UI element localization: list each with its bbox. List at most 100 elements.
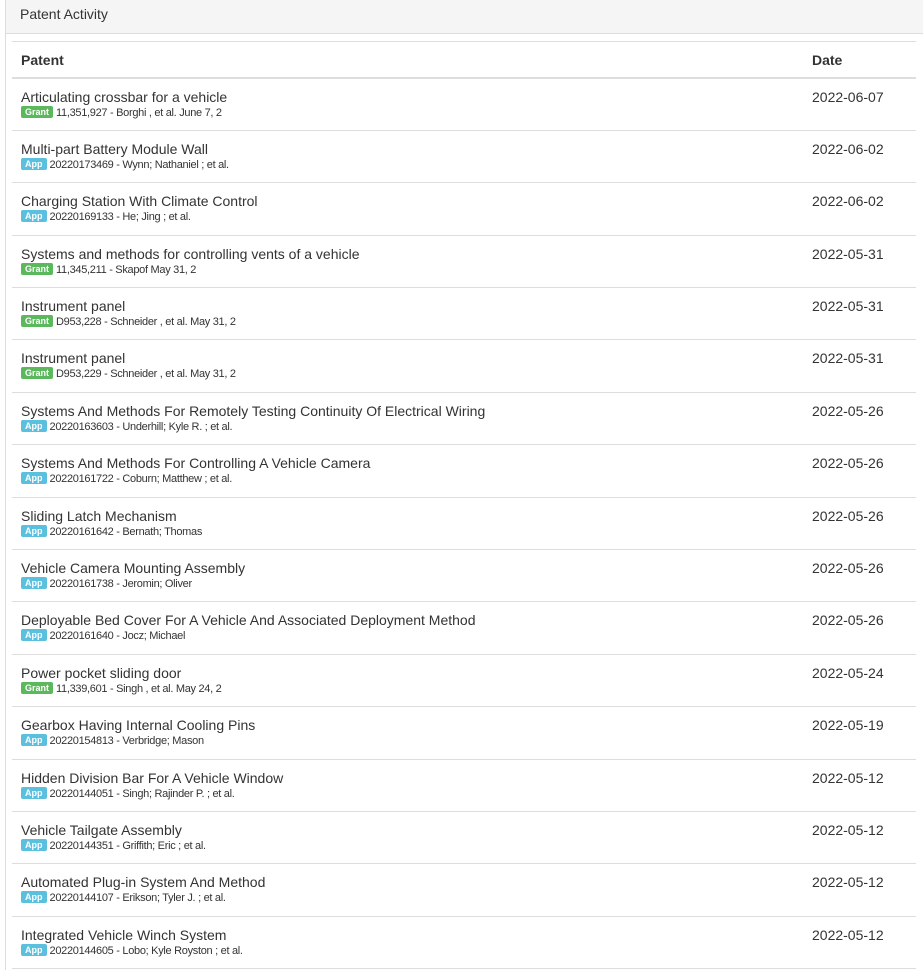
table-row[interactable]: Deployable Bed Cover For A Vehicle And A… xyxy=(12,601,916,655)
patent-meta: App 20220161640 - Jocz; Michael xyxy=(21,629,809,643)
patent-cell: Vehicle Tailgate Assembly App 20220144351 … xyxy=(12,811,809,865)
patent-meta: App 20220163603 - Underhill; Kyle R. ; et… xyxy=(21,419,809,434)
table-row[interactable]: Automated Plug-in System And Method App 20… xyxy=(12,863,916,917)
patent-number-inventors: D953,228 - Schneider , et al. May 31, 2 xyxy=(56,316,236,329)
patent-meta: App 20220161722 - Coburn; Matthew ; et al… xyxy=(21,472,809,486)
grant-badge: Grant xyxy=(21,367,54,380)
column-header-patent[interactable]: Patent xyxy=(12,42,809,79)
patent-cell: Sliding Latch Mechanism App 20220161642 - … xyxy=(12,497,809,551)
patent-title-link[interactable]: Multi-part Battery Module Wall xyxy=(21,141,809,157)
patent-date: 2022-05-31 xyxy=(809,339,916,393)
patent-title-link[interactable]: Systems And Methods For Controlling A Ve… xyxy=(21,455,809,471)
patent-meta: Grant 11,345,211 - Skapof May 31, 2 xyxy=(21,262,809,277)
patent-title-link[interactable]: Integrated Vehicle Winch System xyxy=(21,927,809,943)
patent-meta: App 20220173469 - Wynn; Nathaniel ; et al… xyxy=(21,157,809,172)
patent-number-inventors: 20220163603 - Underhill; Kyle R. ; et al… xyxy=(49,420,233,433)
app-badge: App xyxy=(21,629,47,642)
table-row[interactable]: Systems And Methods For Remotely Testing… xyxy=(12,392,916,446)
patent-title-link[interactable]: Gearbox Having Internal Cooling Pins xyxy=(21,717,809,733)
patent-number-inventors: 20220144107 - Erikson; Tyler J. ; et al. xyxy=(49,892,226,905)
table-row[interactable]: Articulating crossbar for a vehicle Grant… xyxy=(12,78,916,131)
app-badge: App xyxy=(21,472,47,485)
table-row[interactable]: Vehicle Camera Mounting Assembly App 20220… xyxy=(12,549,916,603)
table-row[interactable]: Multi-part Battery Module Wall App 2022017… xyxy=(12,130,916,184)
patent-cell: Instrument panel Grant D953,228 - Schneide… xyxy=(12,287,809,341)
app-badge: App xyxy=(21,157,47,170)
table-header-row: Patent Date xyxy=(12,42,916,79)
app-badge: App xyxy=(21,943,47,956)
patent-title-link[interactable]: Instrument panel xyxy=(21,298,809,314)
patent-title-link[interactable]: Automated Plug-in System And Method xyxy=(21,874,809,890)
patent-title-link[interactable]: Vehicle Tailgate Assembly xyxy=(21,822,809,838)
patent-meta: Grant D953,229 - Schneider , et al. May 3… xyxy=(21,367,809,381)
app-badge: App xyxy=(21,419,47,432)
patent-meta: App 20220144351 - Griffith; Eric ; et al. xyxy=(21,838,809,853)
patent-title-link[interactable]: Vehicle Camera Mounting Assembly xyxy=(21,560,809,576)
table-row[interactable]: Instrument panel Grant D953,228 - Schneide… xyxy=(12,287,916,341)
table-row[interactable]: Systems and methods for controlling vent… xyxy=(12,235,916,289)
app-badge: App xyxy=(21,524,47,537)
patent-cell: Instrument panel Grant D953,229 - Schneide… xyxy=(12,339,809,393)
patent-title-link[interactable]: Instrument panel xyxy=(21,350,809,366)
table-row[interactable]: Gearbox Having Internal Cooling Pins App 2… xyxy=(12,706,916,760)
patent-number-inventors: 11,345,211 - Skapof May 31, 2 xyxy=(56,263,197,276)
app-badge: App xyxy=(21,734,47,747)
patent-number-inventors: D953,229 - Schneider , et al. May 31, 2 xyxy=(56,368,236,381)
patent-date: 2022-05-24 xyxy=(809,654,916,708)
table-row[interactable]: Systems And Methods For Controlling A Ve… xyxy=(12,444,916,498)
patent-title-link[interactable]: Deployable Bed Cover For A Vehicle And A… xyxy=(21,612,809,628)
grant-badge: Grant xyxy=(21,681,54,694)
patent-date: 2022-05-26 xyxy=(809,444,916,498)
patent-cell: Integrated Vehicle Winch System App 202201… xyxy=(12,916,809,970)
patent-cell: Systems And Methods For Controlling A Ve… xyxy=(12,444,809,498)
patent-number-inventors: 20220144351 - Griffith; Eric ; et al. xyxy=(49,839,207,852)
panel-title: Patent Activity xyxy=(6,0,923,34)
patent-cell: Hidden Division Bar For A Vehicle Window… xyxy=(12,759,809,812)
patent-title-link[interactable]: Power pocket sliding door xyxy=(21,665,809,681)
patent-meta: App 20220144107 - Erikson; Tyler J. ; et … xyxy=(21,891,809,905)
patent-cell: Multi-part Battery Module Wall App 2022017… xyxy=(12,130,809,184)
patent-date: 2022-05-19 xyxy=(809,706,916,760)
table-row[interactable]: Vehicle Tailgate Assembly App 20220144351 … xyxy=(12,811,916,865)
patent-cell: Systems And Methods For Remotely Testing… xyxy=(12,392,809,446)
table-row[interactable]: Sliding Latch Mechanism App 20220161642 - … xyxy=(12,497,916,551)
patent-title-link[interactable]: Hidden Division Bar For A Vehicle Window xyxy=(21,770,809,786)
patent-meta: App 20220169133 - He; Jing ; et al. xyxy=(21,210,809,224)
patent-title-link[interactable]: Sliding Latch Mechanism xyxy=(21,508,809,524)
grant-badge: Grant xyxy=(21,106,54,118)
patent-number-inventors: 20220161642 - Bernath; Thomas xyxy=(49,525,203,538)
patent-title-link[interactable]: Articulating crossbar for a vehicle xyxy=(21,89,809,105)
patent-table-wrapper: Patent Date Articulating crossbar for a … xyxy=(12,41,916,970)
patent-meta: App 20220144051 - Singh; Rajinder P. ; et… xyxy=(21,786,809,801)
patent-date: 2022-05-26 xyxy=(809,601,916,655)
patent-date: 2022-05-26 xyxy=(809,497,916,551)
app-badge: App xyxy=(21,786,47,799)
patent-title-link[interactable]: Charging Station With Climate Control xyxy=(21,193,809,209)
table-body: Articulating crossbar for a vehicle Grant… xyxy=(12,78,916,970)
patent-meta: Grant D953,228 - Schneider , et al. May 3… xyxy=(21,315,809,329)
patent-date: 2022-06-02 xyxy=(809,130,916,184)
patent-number-inventors: 20220154813 - Verbridge; Mason xyxy=(49,735,205,748)
app-badge: App xyxy=(21,838,47,851)
patent-meta: App 20220144605 - Lobo; Kyle Royston ; et… xyxy=(21,943,809,958)
app-badge: App xyxy=(21,210,47,223)
patent-date: 2022-05-26 xyxy=(809,392,916,446)
app-badge: App xyxy=(21,577,47,590)
patent-title-link[interactable]: Systems And Methods For Remotely Testing… xyxy=(21,403,809,419)
table-row[interactable]: Instrument panel Grant D953,229 - Schneide… xyxy=(12,339,916,393)
patent-number-inventors: 20220161640 - Jocz; Michael xyxy=(49,630,186,643)
column-header-date[interactable]: Date xyxy=(809,42,916,79)
table-row[interactable]: Integrated Vehicle Winch System App 202201… xyxy=(12,916,916,970)
table-row[interactable]: Charging Station With Climate Control App… xyxy=(12,182,916,236)
patent-number-inventors: 20220144051 - Singh; Rajinder P. ; et al… xyxy=(49,787,235,800)
table-row[interactable]: Hidden Division Bar For A Vehicle Window… xyxy=(12,759,916,812)
patent-activity-panel: Patent Activity Patent Date Articulating… xyxy=(5,0,923,970)
table-row[interactable]: Power pocket sliding door Grant 11,339,601… xyxy=(12,654,916,708)
patent-meta: App 20220161738 - Jeromin; Oliver xyxy=(21,577,809,591)
patent-meta: App 20220154813 - Verbridge; Mason xyxy=(21,734,809,748)
patent-number-inventors: 20220161738 - Jeromin; Oliver xyxy=(49,578,193,591)
patent-table: Patent Date Articulating crossbar for a … xyxy=(12,42,916,970)
patent-title-link[interactable]: Systems and methods for controlling vent… xyxy=(21,246,809,262)
patent-cell: Automated Plug-in System And Method App 20… xyxy=(12,863,809,917)
patent-date: 2022-06-02 xyxy=(809,182,916,236)
